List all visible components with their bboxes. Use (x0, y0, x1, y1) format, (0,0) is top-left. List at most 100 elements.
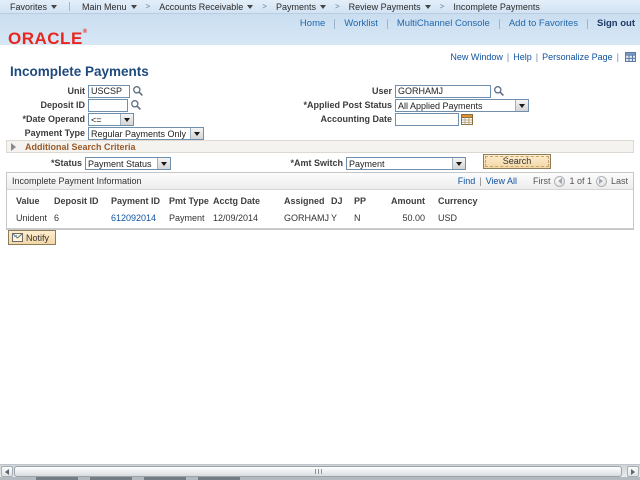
user-label: User (371, 86, 392, 96)
chevron-down-icon (247, 5, 254, 12)
deposit-id-lookup-icon[interactable] (130, 99, 142, 111)
cell-value: Unident (7, 210, 54, 229)
breadcrumb-label: Incomplete Payments (453, 1, 540, 12)
chevron-down-icon (319, 5, 326, 12)
breadcrumb-divider (69, 2, 71, 11)
triangle-down-icon (515, 99, 528, 111)
payment-type-select[interactable]: Regular Payments Only (88, 126, 204, 140)
worklist-link[interactable]: Worklist (344, 18, 378, 29)
form-row-4: Payment Type Regular Payments Only (0, 126, 640, 140)
amt-switch-select[interactable]: Payment (346, 156, 466, 170)
applied-post-status-value: All Applied Payments (398, 100, 483, 111)
status-select[interactable]: Payment Status (85, 156, 171, 170)
peoplesoft-window: Favorites Main Menu > Accounts Receivabl… (0, 0, 640, 480)
col-header-assigned: Assigned (284, 196, 325, 206)
payment-type-value: Regular Payments Only (91, 128, 187, 139)
accounting-date-input[interactable] (395, 112, 459, 126)
notify-button[interactable]: Notify (8, 230, 57, 245)
circle-arrow-left-icon[interactable] (554, 175, 566, 187)
cell-payment-id: 612092014 (111, 210, 169, 229)
breadcrumb-payments[interactable]: Payments (276, 1, 326, 12)
payments-table: Value Deposit ID Payment ID Pmt Type Acc… (7, 190, 633, 229)
accounting-date-label: Accounting Date (320, 114, 392, 124)
payment-type-label: Payment Type (24, 128, 85, 138)
pagebar-separator: | (506, 52, 510, 62)
header-divider (498, 18, 500, 29)
additional-search-criteria-section[interactable]: Additional Search Criteria (6, 140, 634, 153)
breadcrumb-favorites[interactable]: Favorites (10, 1, 58, 12)
col-header-dj: DJ (331, 196, 343, 206)
breadcrumb-label: Review Payments (348, 1, 421, 12)
breadcrumb-chevron: > (262, 2, 267, 11)
user-lookup-icon[interactable] (493, 85, 505, 97)
triangle-down-icon (157, 157, 170, 169)
first-link[interactable]: First (533, 176, 551, 186)
chevron-down-icon (424, 5, 431, 12)
breadcrumb-review-payments[interactable]: Review Payments (349, 1, 431, 12)
status-label: *Status (50, 158, 82, 168)
calendar-icon[interactable] (461, 113, 473, 125)
col-header-payment-id: Payment ID (111, 196, 161, 206)
multichannel-console-link[interactable]: MultiChannel Console (397, 18, 490, 29)
unit-label: Unit (67, 86, 86, 96)
page-action-bar: New Window | Help | Personalize Page | (450, 52, 636, 62)
view-all-link[interactable]: View All (486, 176, 517, 186)
scrollbar-thumb[interactable] (14, 466, 622, 477)
add-to-favorites-link[interactable]: Add to Favorites (509, 18, 578, 29)
header-band: Home Worklist MultiChannel Console Add t… (0, 14, 640, 48)
date-operand-select[interactable]: <= (88, 112, 134, 126)
cell-amount: 50.00 (387, 210, 425, 229)
col-header-deposit-id: Deposit ID (54, 196, 99, 206)
scroll-right-button[interactable] (627, 466, 639, 477)
help-link[interactable]: Help (513, 52, 532, 62)
breadcrumb-label: Main Menu (82, 1, 127, 12)
amt-switch-label: *Amt Switch (290, 158, 343, 168)
table-header-row: Value Deposit ID Payment ID Pmt Type Acc… (7, 190, 633, 210)
breadcrumb-chevron: > (145, 2, 151, 11)
grid-title: Incomplete Payment Information (12, 176, 142, 186)
applied-post-status-label: *Applied Post Status (303, 100, 392, 110)
find-link[interactable]: Find (458, 176, 476, 186)
scroll-left-button[interactable] (1, 466, 13, 477)
cell-pp: N (354, 210, 387, 229)
payment-id-link[interactable]: 612092014 (111, 213, 156, 223)
triangle-down-icon (452, 157, 465, 169)
oracle-logo: ORACLE® (8, 29, 88, 48)
unit-input[interactable] (88, 84, 130, 98)
horizontal-scrollbar[interactable] (0, 464, 640, 477)
triangle-down-icon (190, 127, 203, 139)
breadcrumb-main-menu[interactable]: Main Menu (82, 1, 137, 12)
circle-arrow-right-icon[interactable] (595, 175, 607, 187)
grid-titlebar: Incomplete Payment Information Find | Vi… (7, 173, 633, 190)
deposit-id-input[interactable] (88, 98, 128, 112)
notify-label: Notify (26, 232, 50, 243)
chevron-down-icon (51, 5, 58, 12)
triangle-down-icon (120, 113, 133, 125)
unit-lookup-icon[interactable] (132, 85, 144, 97)
new-window-link[interactable]: New Window (450, 52, 503, 62)
user-input[interactable] (395, 84, 491, 98)
breadcrumb-chevron: > (334, 2, 340, 11)
sign-out-link[interactable]: Sign out (597, 18, 635, 29)
grid-window-icon[interactable] (625, 52, 636, 62)
deposit-id-label: Deposit ID (40, 100, 85, 110)
personalize-page-link[interactable]: Personalize Page (542, 52, 613, 62)
cell-pmt-type: Payment (169, 210, 213, 229)
col-header-currency: Currency (438, 196, 478, 206)
col-header-acctg-date: Acctg Date (213, 196, 261, 206)
search-button[interactable]: Search (483, 154, 551, 169)
cell-assigned: GORHAMJ (284, 210, 331, 229)
page-indicator: 1 of 1 (569, 176, 592, 186)
envelope-icon (12, 233, 23, 242)
form-row-3: *Date Operand <= Accounting Date (0, 112, 640, 126)
grid-separator: | (479, 176, 482, 186)
home-link[interactable]: Home (300, 18, 325, 29)
breadcrumb-accounts-receivable[interactable]: Accounts Receivable (159, 1, 254, 12)
additional-search-criteria-label: Additional Search Criteria (25, 141, 136, 152)
status-value: Payment Status (88, 158, 152, 169)
header-divider (386, 18, 388, 29)
last-link[interactable]: Last (611, 176, 628, 186)
applied-post-status-select[interactable]: All Applied Payments (395, 98, 529, 112)
grid-controls: Find | View All First 1 of 1 Last (458, 175, 628, 187)
pagebar-separator: | (616, 52, 619, 62)
